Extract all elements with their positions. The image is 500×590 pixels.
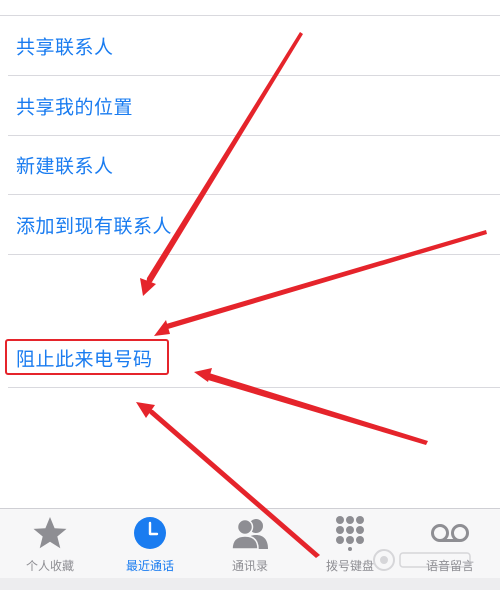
tab-recents-label: 最近通话 <box>125 559 174 573</box>
share-contact-label: 共享联系人 <box>16 36 114 58</box>
tab-keypad[interactable]: 拨号键盘 <box>300 509 400 579</box>
share-location-label: 共享我的位置 <box>16 96 134 118</box>
tab-favorites-label: 个人收藏 <box>25 559 74 573</box>
row-divider <box>8 387 500 388</box>
tab-voicemail[interactable]: 语音留言 <box>400 509 500 579</box>
tab-contacts[interactable]: 通讯录 <box>200 509 300 579</box>
clock-icon <box>134 517 166 549</box>
contacts-icon <box>231 518 268 550</box>
tab-keypad-label: 拨号键盘 <box>325 559 374 573</box>
tab-bar: 个人收藏 最近通话 通讯录 拨号键盘 语音留言 <box>0 508 500 578</box>
new-contact-row[interactable]: 新建联系人 <box>0 135 500 194</box>
tab-recents[interactable]: 最近通话 <box>100 509 200 579</box>
add-to-existing-contact-label: 添加到现有联系人 <box>16 215 173 237</box>
add-to-existing-contact-row[interactable]: 添加到现有联系人 <box>0 195 500 254</box>
tab-contacts-label: 通讯录 <box>231 559 268 573</box>
voicemail-icon <box>431 524 469 542</box>
row-divider <box>8 254 500 255</box>
share-location-row[interactable]: 共享我的位置 <box>0 76 500 135</box>
phone-screen: 共享联系人 共享我的位置 新建联系人 添加到现有联系人 阻止此来电号码 个人收藏… <box>0 0 500 590</box>
star-icon <box>33 517 67 549</box>
block-caller-row[interactable]: 阻止此来电号码 <box>0 328 500 387</box>
block-caller-label: 阻止此来电号码 <box>16 348 153 370</box>
new-contact-label: 新建联系人 <box>16 155 114 177</box>
keypad-icon <box>336 516 364 551</box>
bottom-strip <box>0 578 500 590</box>
share-contact-row[interactable]: 共享联系人 <box>0 16 500 75</box>
tab-favorites[interactable]: 个人收藏 <box>0 509 100 579</box>
tab-voicemail-label: 语音留言 <box>425 559 474 573</box>
